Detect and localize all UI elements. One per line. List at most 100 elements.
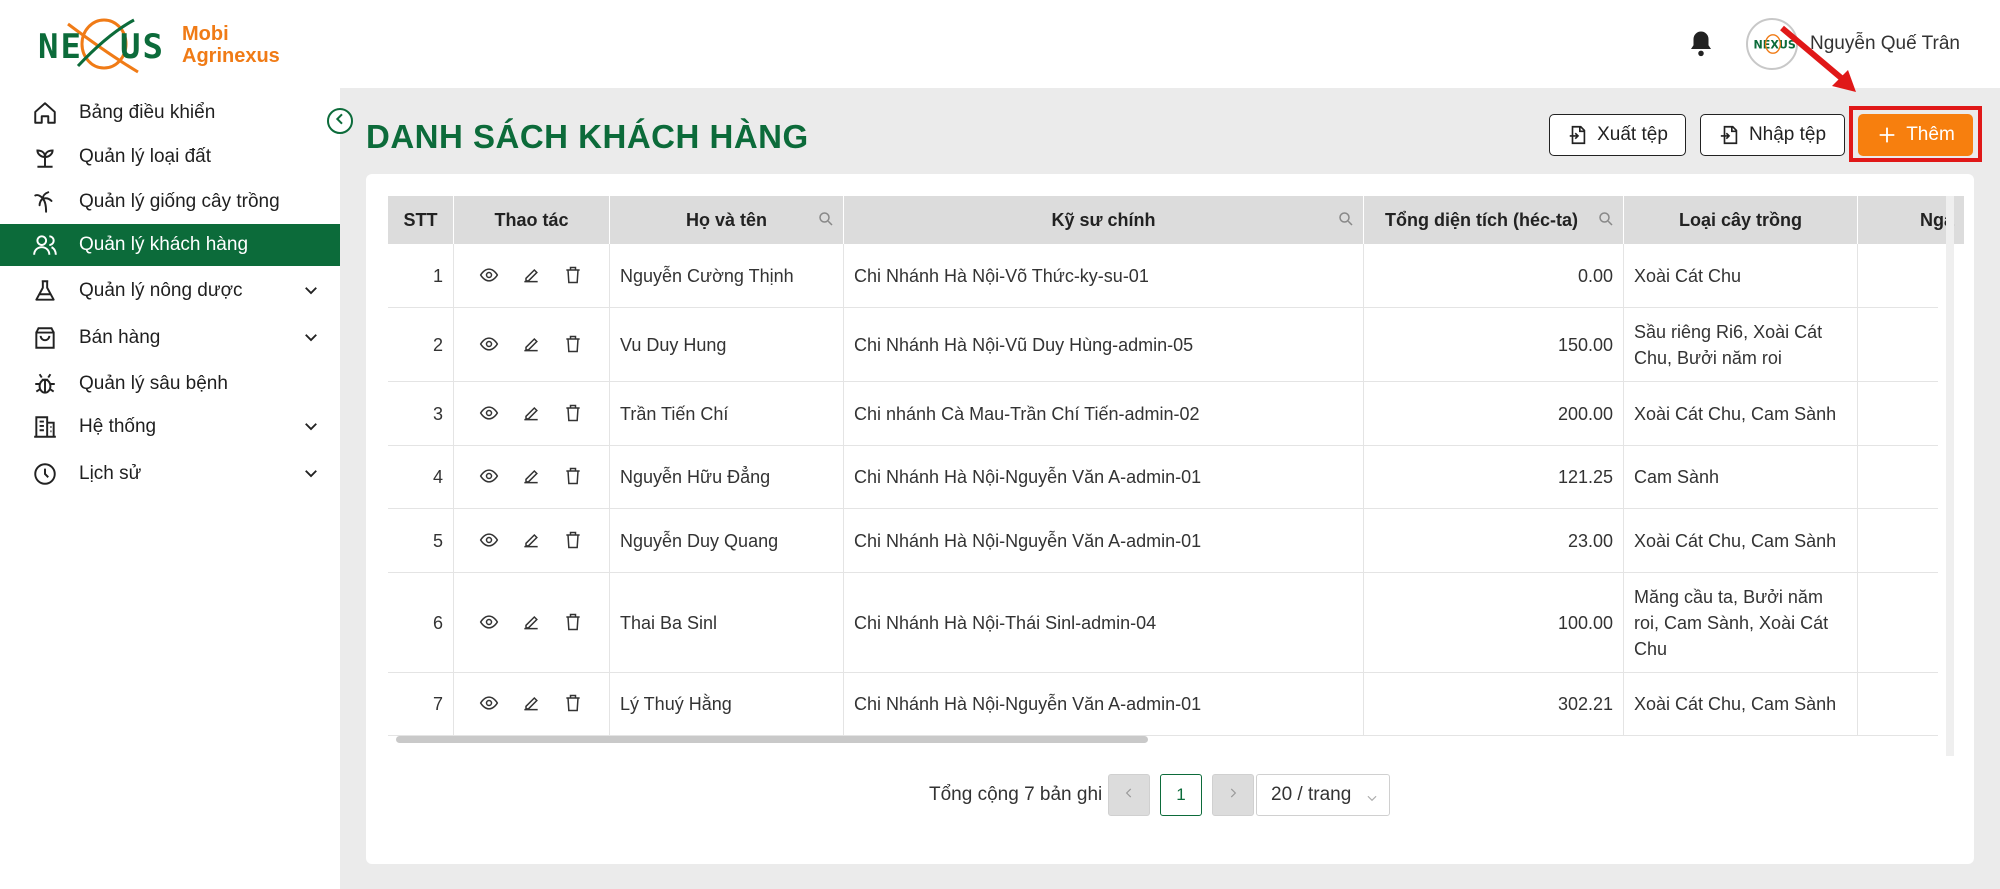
cell-area: 200.00 xyxy=(1364,382,1624,445)
cell-area: 23.00 xyxy=(1364,509,1624,572)
cell-area: 100.00 xyxy=(1364,573,1624,672)
cell-engineer: Chi Nhánh Hà Nội-Thái Sinl-admin-04 xyxy=(844,573,1364,672)
eye-icon[interactable] xyxy=(479,693,501,715)
trash-icon[interactable] xyxy=(563,530,585,552)
logo[interactable]: NE US Mobi Agrinexus xyxy=(38,14,280,76)
page-1-button[interactable]: 1 xyxy=(1160,774,1202,816)
cell-name: Lý Thuý Hằng xyxy=(610,673,844,735)
sidebar-item-sales[interactable]: Bán hàng xyxy=(0,317,340,359)
file-export-icon xyxy=(1567,124,1589,146)
bug-icon xyxy=(31,370,59,398)
trash-icon[interactable] xyxy=(563,693,585,715)
pagination: Tổng cộng 7 bản ghi 1 20 / trang xyxy=(366,774,1974,818)
eye-icon[interactable] xyxy=(479,612,501,634)
column-header-engineer[interactable]: Kỹ sư chính xyxy=(844,196,1364,244)
export-button[interactable]: Xuất tệp xyxy=(1549,114,1686,156)
edit-icon[interactable] xyxy=(521,265,543,287)
table-row[interactable]: 6 Thai Ba Sinl Chi Nhánh Hà Nội-Thái Sin… xyxy=(388,573,1938,673)
sidebar-item-pests[interactable]: Quản lý sâu bệnh xyxy=(0,363,340,405)
table-row[interactable]: 1 Nguyễn Cường Thịnh Chi Nhánh Hà Nội-Võ… xyxy=(388,244,1938,308)
sidebar-item-label: Hệ thống xyxy=(79,416,157,437)
column-header-area[interactable]: Tổng diện tích (héc-ta) xyxy=(1364,196,1624,244)
trash-icon[interactable] xyxy=(563,334,585,356)
eye-icon[interactable] xyxy=(479,334,501,356)
cell-crops: Xoài Cát Chu, Cam Sành xyxy=(1624,382,1858,445)
page-size-value: 20 / trang xyxy=(1271,784,1352,805)
chevron-down-icon[interactable] xyxy=(302,417,320,435)
sidebar: Bảng điều khiển Quản lý loại đất Quản lý… xyxy=(0,88,340,889)
edit-icon[interactable] xyxy=(521,403,543,425)
eye-icon[interactable] xyxy=(479,403,501,425)
import-button[interactable]: Nhập tệp xyxy=(1700,114,1845,156)
cell-area: 0.00 xyxy=(1364,244,1624,307)
app-name-line1: Mobi xyxy=(182,23,229,45)
sidebar-item-label: Quản lý sâu bệnh xyxy=(79,373,228,394)
cell-name: Nguyễn Cường Thịnh xyxy=(610,244,844,307)
users-icon xyxy=(31,231,59,259)
trash-icon[interactable] xyxy=(563,403,585,425)
customer-table: STT Thao tác Họ và tên Kỹ sư chính Tổng … xyxy=(388,196,1964,756)
cell-stt: 4 xyxy=(388,446,454,508)
table-row[interactable]: 2 Vu Duy Hung Chi Nhánh Hà Nội-Vũ Duy Hù… xyxy=(388,308,1938,382)
page-size-select[interactable]: 20 / trang xyxy=(1256,774,1390,816)
chevron-down-icon[interactable] xyxy=(302,281,320,299)
sidebar-item-soil-types[interactable]: Quản lý loại đất xyxy=(0,136,340,178)
table-row[interactable]: 7 Lý Thuý Hằng Chi Nhánh Hà Nội-Nguyễn V… xyxy=(388,673,1938,736)
trash-icon[interactable] xyxy=(563,612,585,634)
edit-icon[interactable] xyxy=(521,530,543,552)
app-name-line2: Agrinexus xyxy=(182,45,280,67)
cell-stt: 3 xyxy=(388,382,454,445)
sidebar-item-pesticides[interactable]: Quản lý nông dược xyxy=(0,270,340,312)
cell-date xyxy=(1858,446,1938,508)
cell-date xyxy=(1858,382,1938,445)
chevron-right-icon xyxy=(1226,785,1240,805)
chevron-down-icon[interactable] xyxy=(302,328,320,346)
sidebar-item-crop-varieties[interactable]: Quản lý giống cây trồng xyxy=(0,181,340,223)
palm-tree-icon xyxy=(31,188,59,216)
svg-text:US: US xyxy=(120,27,165,67)
edit-icon[interactable] xyxy=(521,466,543,488)
cell-date xyxy=(1858,573,1938,672)
edit-icon[interactable] xyxy=(521,693,543,715)
sidebar-item-history[interactable]: Lịch sử xyxy=(0,453,340,495)
column-header-name[interactable]: Họ và tên xyxy=(610,196,844,244)
cell-engineer: Chi Nhánh Hà Nội-Vũ Duy Hùng-admin-05 xyxy=(844,308,1364,381)
building-icon xyxy=(31,413,59,441)
trash-icon[interactable] xyxy=(563,265,585,287)
cell-engineer: Chi Nhánh Hà Nội-Nguyễn Văn A-admin-01 xyxy=(844,509,1364,572)
eye-icon[interactable] xyxy=(479,466,501,488)
sidebar-collapse-button[interactable] xyxy=(327,108,353,134)
sidebar-item-dashboard[interactable]: Bảng điều khiển xyxy=(0,92,340,134)
nexus-logo-icon: NE US xyxy=(38,14,166,76)
table-row[interactable]: 4 Nguyễn Hữu Đẳng Chi Nhánh Hà Nội-Nguyễ… xyxy=(388,446,1938,509)
bell-icon[interactable] xyxy=(1686,29,1716,59)
cell-stt: 7 xyxy=(388,673,454,735)
trash-icon[interactable] xyxy=(563,466,585,488)
chevron-left-icon xyxy=(1122,785,1136,805)
prev-page-button[interactable] xyxy=(1108,774,1150,816)
edit-icon[interactable] xyxy=(521,334,543,356)
search-icon[interactable] xyxy=(817,210,835,228)
sidebar-item-label: Quản lý nông dược xyxy=(79,280,243,301)
column-header-actions: Thao tác xyxy=(454,196,610,244)
search-icon[interactable] xyxy=(1597,210,1615,228)
search-icon[interactable] xyxy=(1337,210,1355,228)
cell-stt: 1 xyxy=(388,244,454,307)
vertical-scrollbar[interactable] xyxy=(1946,196,1954,756)
table-row[interactable]: 3 Trần Tiến Chí Chi nhánh Cà Mau-Trần Ch… xyxy=(388,382,1938,446)
sidebar-item-customers[interactable]: Quản lý khách hàng xyxy=(0,224,340,266)
sidebar-item-system[interactable]: Hệ thống xyxy=(0,406,340,448)
cell-crops: Sầu riêng Ri6, Xoài Cát Chu, Bưởi năm ro… xyxy=(1624,308,1858,381)
horizontal-scrollbar[interactable] xyxy=(396,736,1148,743)
next-page-button[interactable] xyxy=(1212,774,1254,816)
edit-icon[interactable] xyxy=(521,612,543,634)
cell-name: Nguyễn Duy Quang xyxy=(610,509,844,572)
column-header-stt: STT xyxy=(388,196,454,244)
cell-crops: Măng cầu ta, Bưởi năm roi, Cam Sành, Xoà… xyxy=(1624,573,1858,672)
chevron-down-icon[interactable] xyxy=(302,464,320,482)
column-header-label: Tổng diện tích (héc-ta) xyxy=(1385,209,1578,230)
flask-icon xyxy=(31,277,59,305)
table-row[interactable]: 5 Nguyễn Duy Quang Chi Nhánh Hà Nội-Nguy… xyxy=(388,509,1938,573)
eye-icon[interactable] xyxy=(479,265,501,287)
eye-icon[interactable] xyxy=(479,530,501,552)
